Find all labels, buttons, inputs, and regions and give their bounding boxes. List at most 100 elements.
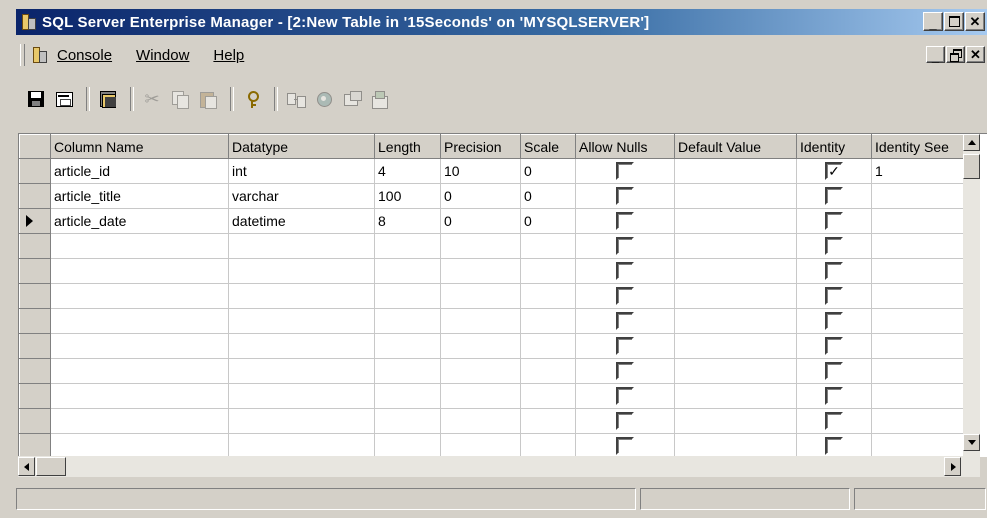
- cell-identity[interactable]: [796, 408, 872, 434]
- cell-default-value[interactable]: [674, 258, 797, 284]
- identity-checkbox[interactable]: [825, 212, 843, 230]
- identity-checkbox[interactable]: [825, 437, 843, 455]
- row-selector[interactable]: [19, 358, 51, 384]
- manage-constraints-button[interactable]: [340, 87, 364, 111]
- cell-datatype[interactable]: datetime: [228, 208, 375, 234]
- row-selector[interactable]: [19, 258, 51, 284]
- cell-datatype[interactable]: [228, 233, 375, 259]
- identity-checkbox[interactable]: [825, 362, 843, 380]
- cell-datatype[interactable]: [228, 308, 375, 334]
- table-row[interactable]: [19, 283, 970, 309]
- allow-nulls-checkbox[interactable]: [616, 412, 634, 430]
- cell-length[interactable]: 4: [374, 158, 441, 184]
- row-selector[interactable]: [19, 308, 51, 334]
- cell-column-name[interactable]: [50, 408, 229, 434]
- cell-scale[interactable]: [520, 233, 576, 259]
- table-row[interactable]: [19, 433, 970, 457]
- header-identity[interactable]: Identity: [796, 134, 872, 159]
- cell-datatype[interactable]: [228, 258, 375, 284]
- allow-nulls-checkbox[interactable]: [616, 437, 634, 455]
- header-column-name[interactable]: Column Name: [50, 134, 229, 159]
- allow-nulls-checkbox[interactable]: [616, 287, 634, 305]
- identity-checkbox[interactable]: [825, 387, 843, 405]
- cell-precision[interactable]: [440, 258, 521, 284]
- horizontal-scrollbar[interactable]: [18, 456, 980, 477]
- cell-datatype[interactable]: [228, 433, 375, 457]
- allow-nulls-checkbox[interactable]: [616, 212, 634, 230]
- row-selector[interactable]: [19, 333, 51, 359]
- cell-identity[interactable]: [796, 233, 872, 259]
- cut-button[interactable]: ✂: [140, 87, 164, 111]
- cell-length[interactable]: [374, 333, 441, 359]
- cell-allow-nulls[interactable]: [575, 258, 675, 284]
- table-row[interactable]: [19, 233, 970, 259]
- cell-identity-seed[interactable]: 1: [871, 158, 970, 184]
- cell-identity-seed[interactable]: [871, 408, 970, 434]
- header-identity-seed[interactable]: Identity See: [871, 134, 970, 159]
- cell-datatype[interactable]: [228, 358, 375, 384]
- table-row[interactable]: [19, 383, 970, 409]
- table-row[interactable]: article_date datetime 8 0 0: [19, 208, 970, 234]
- table-row[interactable]: [19, 333, 970, 359]
- cell-allow-nulls[interactable]: [575, 183, 675, 209]
- cell-identity-seed[interactable]: [871, 358, 970, 384]
- maximize-button[interactable]: [944, 12, 964, 31]
- cell-allow-nulls[interactable]: [575, 208, 675, 234]
- corner-header-cell[interactable]: [19, 134, 51, 159]
- cell-identity-seed[interactable]: [871, 308, 970, 334]
- allow-nulls-checkbox[interactable]: [616, 337, 634, 355]
- child-restore-button[interactable]: [946, 46, 965, 63]
- row-selector[interactable]: [19, 383, 51, 409]
- header-precision[interactable]: Precision: [440, 134, 521, 159]
- table-row[interactable]: article_id int 4 10 0 ✓ 1: [19, 158, 970, 184]
- cell-datatype[interactable]: [228, 283, 375, 309]
- cell-datatype[interactable]: varchar: [228, 183, 375, 209]
- cell-precision[interactable]: [440, 333, 521, 359]
- cell-identity[interactable]: [796, 208, 872, 234]
- close-button[interactable]: ✕: [965, 12, 985, 31]
- menu-window[interactable]: Window: [136, 47, 189, 64]
- allow-nulls-checkbox[interactable]: [616, 387, 634, 405]
- vertical-scroll-thumb[interactable]: [963, 154, 980, 179]
- scroll-up-button[interactable]: [963, 134, 980, 151]
- table-design-grid[interactable]: Column Name Datatype Length Precision Sc…: [18, 133, 987, 457]
- allow-nulls-checkbox[interactable]: [616, 237, 634, 255]
- cell-precision[interactable]: [440, 308, 521, 334]
- cell-length[interactable]: [374, 308, 441, 334]
- row-selector[interactable]: [19, 208, 51, 234]
- row-selector[interactable]: [19, 233, 51, 259]
- cell-scale[interactable]: [520, 358, 576, 384]
- identity-checkbox[interactable]: [825, 262, 843, 280]
- cell-allow-nulls[interactable]: [575, 333, 675, 359]
- cell-datatype[interactable]: [228, 333, 375, 359]
- identity-checkbox[interactable]: [825, 287, 843, 305]
- cell-column-name[interactable]: [50, 308, 229, 334]
- allow-nulls-checkbox[interactable]: [616, 262, 634, 280]
- cell-identity[interactable]: ✓: [796, 158, 872, 184]
- save-button[interactable]: [24, 87, 48, 111]
- cell-default-value[interactable]: [674, 233, 797, 259]
- cell-allow-nulls[interactable]: [575, 358, 675, 384]
- cell-default-value[interactable]: [674, 208, 797, 234]
- cell-datatype[interactable]: int: [228, 158, 375, 184]
- minimize-button[interactable]: _: [923, 12, 943, 31]
- cell-precision[interactable]: 10: [440, 158, 521, 184]
- identity-checkbox[interactable]: [825, 312, 843, 330]
- primary-key-button[interactable]: [240, 87, 264, 111]
- cell-scale[interactable]: [520, 308, 576, 334]
- cell-default-value[interactable]: [674, 383, 797, 409]
- header-datatype[interactable]: Datatype: [228, 134, 375, 159]
- cell-identity-seed[interactable]: [871, 183, 970, 209]
- cell-identity[interactable]: [796, 283, 872, 309]
- paste-button[interactable]: [196, 87, 220, 111]
- horizontal-scroll-thumb[interactable]: [36, 457, 66, 476]
- cell-scale[interactable]: [520, 433, 576, 457]
- cell-column-name[interactable]: [50, 433, 229, 457]
- scroll-down-button[interactable]: [963, 434, 980, 451]
- table-row[interactable]: [19, 258, 970, 284]
- cell-default-value[interactable]: [674, 358, 797, 384]
- cell-identity-seed[interactable]: [871, 383, 970, 409]
- cell-length[interactable]: [374, 233, 441, 259]
- cell-allow-nulls[interactable]: [575, 283, 675, 309]
- scroll-right-button[interactable]: [944, 457, 961, 476]
